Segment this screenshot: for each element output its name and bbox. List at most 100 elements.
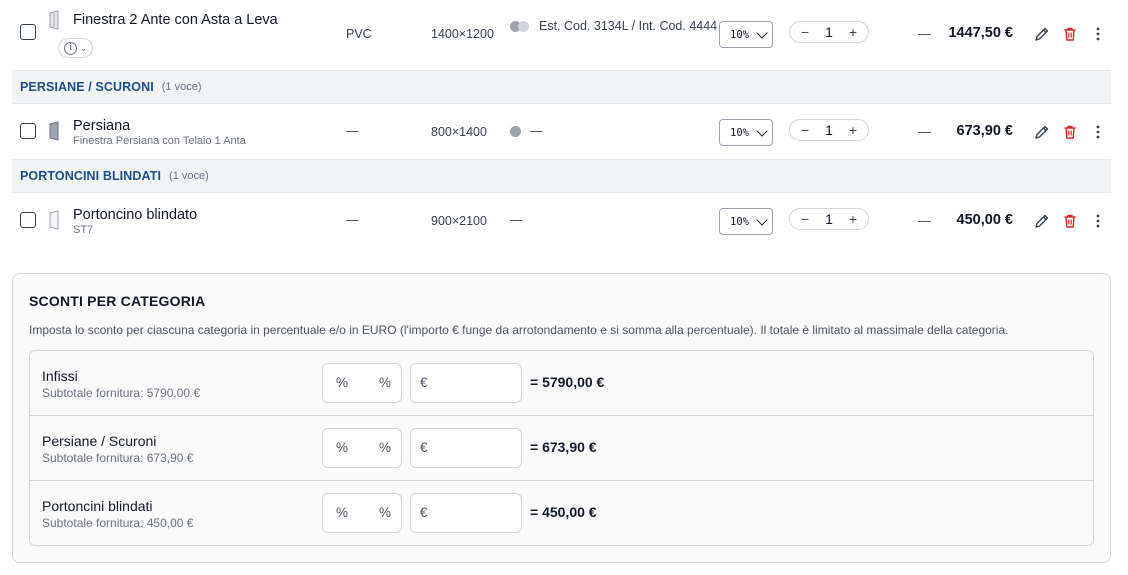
quantity-stepper[interactable]: − 1 +	[789, 119, 869, 141]
category-discounts-panel: SCONTI PER CATEGORIA Imposta lo sconto p…	[12, 273, 1111, 563]
more-vertical-icon[interactable]	[1092, 213, 1108, 229]
decrement-button[interactable]: −	[799, 24, 811, 40]
item-price: 673,90 €	[956, 123, 1013, 139]
category-total: = 450,00 €	[530, 504, 597, 520]
item-subtitle: Finestra Persiana con Telaio 1 Anta	[73, 135, 246, 147]
group-name: PORTONCINI BLINDATI	[20, 169, 162, 183]
category-subtotal: Subtotale fornitura: 450,00 €	[42, 516, 194, 530]
item-dimensions: 1400×1200	[431, 27, 494, 41]
pencil-icon[interactable]	[1034, 213, 1050, 229]
category-name: Infissi	[42, 368, 78, 384]
discount-value: 10%	[730, 126, 749, 139]
row-checkbox[interactable]	[20, 123, 36, 139]
percent-placeholder: %	[336, 440, 349, 455]
quantity-stepper[interactable]: − 1 +	[789, 21, 869, 43]
item-color-code: Est. Cod. 3134L / Int. Cod. 4444	[539, 19, 718, 33]
percent-suffix: %	[378, 440, 391, 455]
category-row-persiane: Persiane / Scuroni Subtotale fornitura: …	[30, 416, 1093, 481]
group-count: (1 voce)	[169, 170, 209, 182]
category-row-infissi: Infissi Subtotale fornitura: 5790,00 € %…	[30, 351, 1093, 416]
table-row: Persiana Finestra Persiana con Telaio 1 …	[12, 104, 1111, 160]
chevron-down-icon	[756, 214, 768, 226]
quantity-value: 1	[825, 122, 833, 138]
euro-input[interactable]: €	[410, 493, 522, 533]
item-price: 450,00 €	[956, 212, 1013, 228]
items-table: Finestra 2 Ante con Asta a Leva i ⌄ PVC …	[12, 0, 1111, 249]
more-vertical-icon[interactable]	[1092, 26, 1108, 42]
more-vertical-icon[interactable]	[1092, 124, 1108, 140]
row-checkbox[interactable]	[20, 24, 36, 40]
category-total: = 5790,00 €	[530, 374, 605, 390]
decrement-button[interactable]: −	[799, 122, 811, 138]
item-extra: —	[918, 124, 931, 139]
item-color-code: —	[510, 213, 523, 227]
trash-icon[interactable]	[1062, 213, 1078, 229]
group-count: (1 voce)	[161, 81, 202, 93]
euro-prefix: €	[420, 440, 428, 455]
info-toggle[interactable]: i ⌄	[58, 38, 93, 58]
trash-icon[interactable]	[1062, 124, 1078, 140]
euro-prefix: €	[420, 375, 428, 390]
category-subtotal: Subtotale fornitura: 5790,00 €	[42, 386, 201, 400]
percent-input[interactable]: % %	[322, 363, 402, 403]
item-material: —	[346, 213, 359, 227]
chevron-down-icon	[756, 125, 768, 137]
item-extra: —	[918, 213, 931, 228]
pencil-icon[interactable]	[1034, 26, 1050, 42]
chevron-down-icon	[756, 27, 768, 39]
item-name: Portoncino blindato	[73, 207, 198, 223]
discount-select[interactable]: 10%	[719, 208, 773, 235]
euro-input[interactable]: €	[410, 363, 522, 403]
group-name: PERSIANE / SCURONI	[20, 80, 154, 94]
euro-input[interactable]: €	[410, 428, 522, 468]
group-header-persiane: PERSIANE / SCURONI (1 voce)	[12, 71, 1111, 104]
item-material: —	[346, 124, 359, 138]
door-thumbnail-icon	[49, 210, 59, 230]
item-name: Persiana	[73, 118, 131, 134]
item-material: PVC	[346, 27, 372, 41]
window-thumbnail-icon	[49, 10, 59, 30]
decrement-button[interactable]: −	[799, 211, 811, 227]
category-list: Infissi Subtotale fornitura: 5790,00 € %…	[29, 350, 1094, 546]
category-total: = 673,90 €	[530, 439, 597, 455]
percent-input[interactable]: % %	[322, 493, 402, 533]
item-subtitle: ST7	[73, 224, 94, 236]
item-price: 1447,50 €	[948, 25, 1013, 41]
increment-button[interactable]: +	[847, 122, 859, 138]
discount-value: 10%	[730, 215, 749, 228]
category-name: Persiane / Scuroni	[42, 433, 157, 449]
row-checkbox[interactable]	[20, 212, 36, 228]
discount-value: 10%	[730, 28, 749, 41]
quantity-value: 1	[825, 211, 833, 227]
trash-icon[interactable]	[1062, 26, 1078, 42]
category-row-portoncini: Portoncini blindati Subtotale fornitura:…	[30, 481, 1093, 545]
info-icon: i	[64, 41, 78, 55]
table-row: Finestra 2 Ante con Asta a Leva i ⌄ PVC …	[12, 0, 1111, 71]
group-header-portoncini: PORTONCINI BLINDATI (1 voce)	[12, 160, 1111, 193]
item-dimensions: 800×1400	[431, 125, 487, 139]
category-name: Portoncini blindati	[42, 498, 153, 514]
chevron-down-icon: ⌄	[80, 43, 87, 53]
increment-button[interactable]: +	[847, 211, 859, 227]
percent-suffix: %	[378, 375, 391, 390]
discount-select[interactable]: 10%	[719, 21, 773, 48]
increment-button[interactable]: +	[847, 24, 859, 40]
item-color-code: —	[530, 124, 543, 138]
pencil-icon[interactable]	[1034, 124, 1050, 140]
item-color: —	[510, 213, 523, 227]
panel-title: SCONTI PER CATEGORIA	[29, 293, 206, 309]
discount-select[interactable]: 10%	[719, 119, 773, 146]
panel-description: Imposta lo sconto per ciascuna categoria…	[29, 323, 1009, 337]
shutter-thumbnail-icon	[49, 121, 59, 141]
item-name: Finestra 2 Ante con Asta a Leva	[73, 12, 278, 28]
item-dimensions: 900×2100	[431, 214, 487, 228]
quantity-stepper[interactable]: − 1 +	[789, 208, 869, 230]
item-extra: —	[918, 26, 931, 41]
quantity-value: 1	[825, 24, 833, 40]
euro-prefix: €	[420, 505, 428, 520]
table-row: Portoncino blindato ST7 — 900×2100 — 10%…	[12, 193, 1111, 249]
percent-input[interactable]: % %	[322, 428, 402, 468]
item-color: Est. Cod. 3134L / Int. Cod. 4444	[510, 18, 719, 34]
category-subtotal: Subtotale fornitura: 673,90 €	[42, 451, 194, 465]
color-swatch-icon	[510, 125, 521, 137]
